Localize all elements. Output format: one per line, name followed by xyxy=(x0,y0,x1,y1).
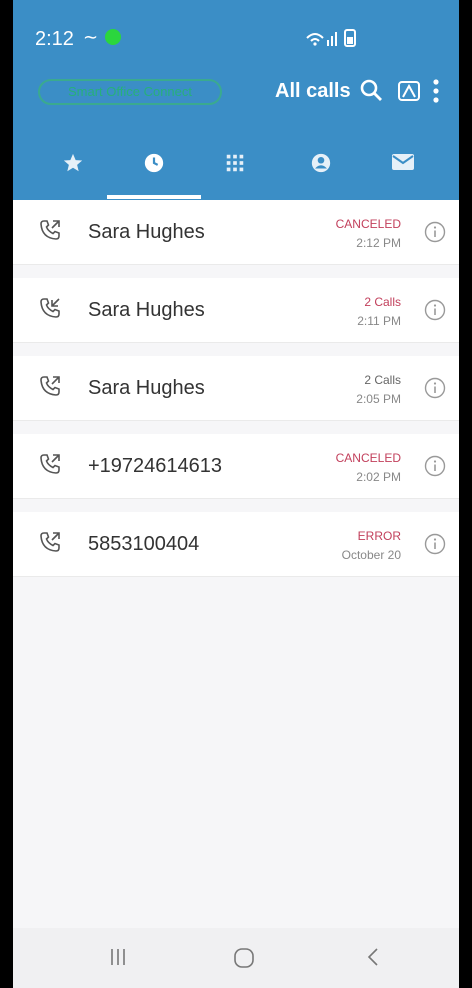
tab-messages[interactable] xyxy=(373,142,433,186)
call-status: 2 Calls xyxy=(364,373,401,387)
call-status: CANCELED xyxy=(335,451,401,465)
mail-icon xyxy=(392,154,414,170)
call-log-row[interactable]: Sara Hughes 2 Calls 2:11 PM xyxy=(13,278,459,343)
info-icon[interactable] xyxy=(424,221,446,243)
outgoing-call-icon xyxy=(40,376,60,396)
tab-favorites[interactable] xyxy=(43,142,103,186)
dialpad-icon xyxy=(226,154,244,172)
tab-bar xyxy=(13,132,459,200)
caller-name: +19724614613 xyxy=(88,455,223,477)
call-time: 2:05 PM xyxy=(356,392,401,406)
status-time: 2:12 xyxy=(35,28,74,50)
filter-all-calls[interactable]: All calls xyxy=(275,80,351,103)
caller-name: Sara Hughes xyxy=(88,221,205,243)
info-icon[interactable] xyxy=(424,299,446,321)
wifi-signal-battery-icon xyxy=(306,29,356,47)
call-time: 2:12 PM xyxy=(356,236,401,250)
outgoing-call-icon xyxy=(40,532,60,552)
active-call-dot-icon xyxy=(105,29,121,45)
home-icon[interactable] xyxy=(232,946,256,970)
contact-icon xyxy=(311,153,331,173)
system-nav-bar xyxy=(13,928,459,988)
phone-screen: 2:12 ∼ Smart Office Connect All calls Sa… xyxy=(13,0,459,988)
call-log-row[interactable]: 5853100404 ERROR October 20 xyxy=(13,512,459,577)
brand-pill: Smart Office Connect xyxy=(38,79,222,105)
active-tab-indicator xyxy=(107,195,201,199)
app-switch-icon[interactable] xyxy=(397,80,421,102)
info-icon[interactable] xyxy=(424,533,446,555)
status-bar: 2:12 ∼ xyxy=(13,0,459,72)
star-icon xyxy=(63,153,83,172)
call-log-row[interactable]: +19724614613 CANCELED 2:02 PM xyxy=(13,434,459,499)
call-time: 2:11 PM xyxy=(357,314,401,328)
call-log-row[interactable]: Sara Hughes CANCELED 2:12 PM xyxy=(13,200,459,265)
app-header: 2:12 ∼ Smart Office Connect All calls xyxy=(13,0,459,200)
call-trail-icon: ∼ xyxy=(83,27,99,47)
tab-dialpad[interactable] xyxy=(205,142,265,186)
outgoing-call-icon xyxy=(40,220,60,240)
incoming-call-icon xyxy=(40,298,60,318)
outgoing-call-icon xyxy=(40,454,60,474)
search-icon[interactable] xyxy=(359,78,383,102)
tab-contacts[interactable] xyxy=(291,142,351,186)
tab-recents[interactable] xyxy=(124,142,184,186)
back-icon[interactable] xyxy=(365,946,381,968)
info-icon[interactable] xyxy=(424,377,446,399)
call-time: 2:02 PM xyxy=(356,470,401,484)
more-vert-icon[interactable] xyxy=(431,78,441,104)
caller-name: 5853100404 xyxy=(88,533,200,555)
call-time: October 20 xyxy=(341,548,401,562)
call-status: CANCELED xyxy=(335,217,401,231)
recent-calls-list: Sara Hughes CANCELED 2:12 PM Sara Hughes… xyxy=(13,200,459,577)
call-log-row[interactable]: Sara Hughes 2 Calls 2:05 PM xyxy=(13,356,459,421)
caller-name: Sara Hughes xyxy=(88,299,205,321)
recent-apps-icon[interactable] xyxy=(109,946,127,968)
call-status: 2 Calls xyxy=(364,295,401,309)
info-icon[interactable] xyxy=(424,455,446,477)
call-status: ERROR xyxy=(357,529,401,543)
caller-name: Sara Hughes xyxy=(88,377,205,399)
clock-icon xyxy=(144,153,164,173)
